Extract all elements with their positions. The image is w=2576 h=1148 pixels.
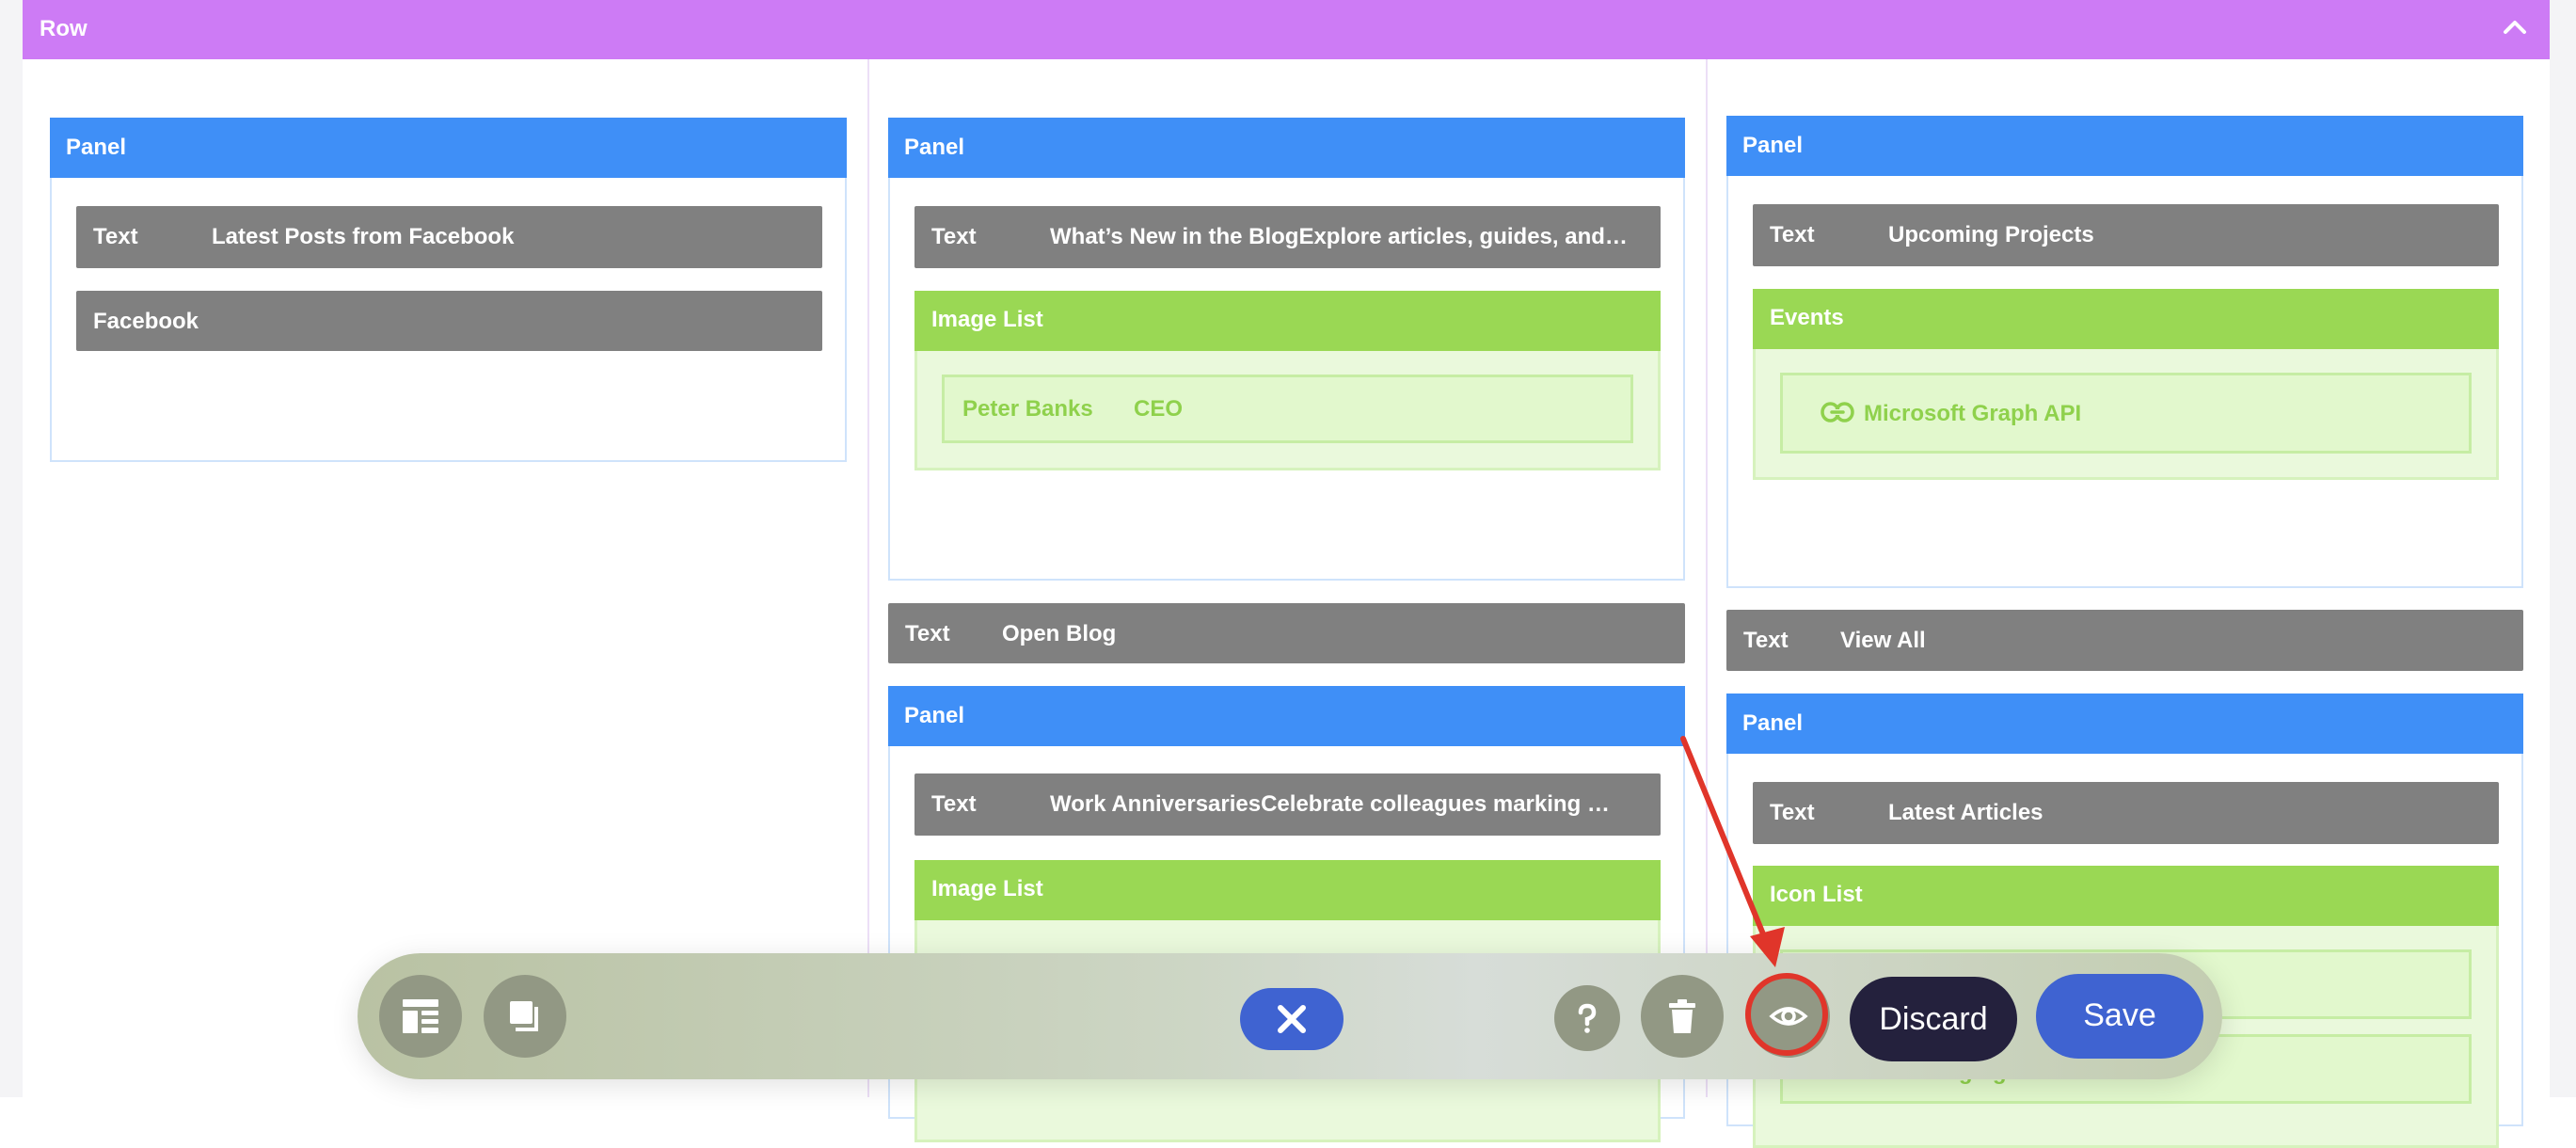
delete-button[interactable] [1641, 975, 1724, 1058]
component-type-label: Text [1743, 628, 1789, 653]
component-value: Work AnniversariesCelebrate colleagues m… [1050, 791, 1610, 817]
text-component[interactable]: Text Work AnniversariesCelebrate colleag… [914, 773, 1661, 836]
column-divider [1706, 59, 1708, 1097]
person-name: Peter Banks [962, 396, 1093, 422]
component-type-label: Text [1770, 800, 1815, 825]
column-divider [867, 59, 869, 1097]
trash-icon [1669, 999, 1695, 1033]
close-icon [1278, 1005, 1306, 1033]
panel-header: Panel [888, 686, 1685, 746]
panel-header: Panel [1726, 694, 2523, 754]
events-link-text[interactable]: Microsoft Graph API [1864, 401, 2081, 427]
layers-button[interactable] [484, 975, 566, 1058]
layers-icon [510, 1001, 538, 1031]
component-value: What’s New in the BlogExplore articles, … [1050, 224, 1628, 249]
component-value: Latest Posts from Facebook [212, 224, 515, 249]
events-item[interactable]: Microsoft Graph API [1780, 373, 2472, 454]
view-all-text[interactable]: Text View All [1726, 610, 2523, 671]
text-component[interactable]: Text Upcoming Projects [1753, 204, 2499, 266]
discard-button[interactable]: Discard [1850, 977, 2017, 1061]
person-role: CEO [1134, 396, 1184, 422]
panel-right-1[interactable]: Panel Text Upcoming Projects Events Micr… [1726, 116, 2523, 588]
panel-header: Panel [50, 118, 847, 178]
close-button[interactable] [1240, 988, 1344, 1050]
events-header: Events [1753, 289, 2499, 349]
chevron-up-icon[interactable] [2501, 13, 2529, 41]
image-list-header: Image List [914, 860, 1661, 920]
component-type-label: Text [93, 224, 138, 249]
text-component[interactable]: Text Latest Articles [1753, 782, 2499, 844]
panel-left[interactable]: Panel Text Latest Posts from Facebook Fa… [50, 118, 847, 462]
highlight-circle [1745, 973, 1828, 1056]
events-component[interactable]: Events Microsoft Graph API [1753, 289, 2499, 480]
image-list-item[interactable]: Peter Banks CEO [942, 375, 1633, 443]
panel-header: Panel [888, 118, 1685, 178]
open-blog-text[interactable]: Text Open Blog [888, 603, 1685, 663]
help-button[interactable] [1554, 985, 1620, 1051]
image-list-component[interactable]: Image List Peter Banks CEO [914, 291, 1661, 470]
panel-header: Panel [1726, 116, 2523, 176]
text-component[interactable]: Text What’s New in the BlogExplore artic… [914, 206, 1661, 268]
component-type-label: Text [905, 621, 950, 646]
component-value: Open Blog [1002, 621, 1117, 646]
image-list-header: Image List [914, 291, 1661, 351]
text-component[interactable]: Text Latest Posts from Facebook [76, 206, 822, 268]
component-type-label: Text [1770, 222, 1815, 247]
component-type-label: Text [931, 224, 977, 249]
row-title: Row [40, 16, 87, 41]
component-type-label: Text [931, 791, 977, 817]
editor-toolbar: Discard Save [358, 953, 2222, 1079]
facebook-component[interactable]: Facebook [76, 291, 822, 351]
layout-button[interactable] [379, 975, 462, 1058]
save-button[interactable]: Save [2036, 974, 2203, 1059]
component-value: View All [1840, 628, 1926, 653]
link-icon [1821, 402, 1854, 423]
help-icon [1578, 1003, 1597, 1033]
row-header[interactable]: Row [23, 0, 2550, 59]
component-value: Latest Articles [1888, 800, 2043, 825]
layout-icon [403, 999, 438, 1033]
panel-middle-1[interactable]: Panel Text What’s New in the BlogExplore… [888, 118, 1685, 581]
component-type-label: Facebook [93, 309, 199, 334]
component-value: Upcoming Projects [1888, 222, 2094, 247]
icon-list-header: Icon List [1753, 866, 2499, 926]
